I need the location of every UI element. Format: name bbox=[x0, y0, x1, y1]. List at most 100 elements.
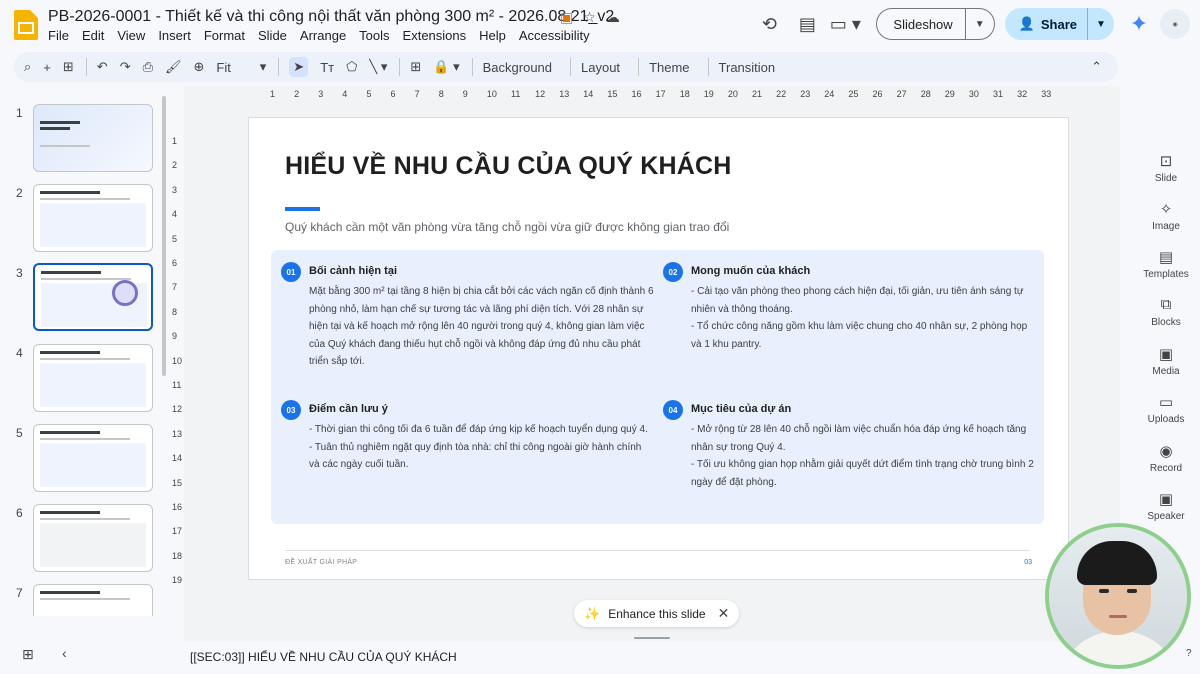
ruler-tick: 7 bbox=[414, 89, 420, 99]
slide-number: 5 bbox=[16, 426, 23, 440]
ruler-tick: 6 bbox=[172, 258, 178, 268]
section-body: - Thời gian thi công tối đa 6 tuần để đá… bbox=[309, 424, 648, 470]
vertical-ruler[interactable]: 1 2 3 4 5 6 7 8 9 10 11 12 13 14 15 16 17 18 19 bbox=[170, 118, 182, 588]
content-box[interactable]: 01 Bối cảnh hiện tại Mặt bằng 300 m² tại… bbox=[271, 250, 1044, 524]
version-history-icon[interactable]: ⟲ bbox=[752, 7, 786, 41]
enhance-slide-chip[interactable]: ✨ Enhance this slide ✕ bbox=[574, 600, 740, 627]
slide-thumbnail-1[interactable] bbox=[33, 104, 153, 172]
menu-view[interactable]: View bbox=[117, 28, 145, 43]
side-templates-button[interactable]: ▤ Templates bbox=[1135, 248, 1197, 280]
account-avatar[interactable]: ◉ bbox=[1160, 9, 1190, 39]
zoom-icon[interactable]: ⊕ bbox=[194, 59, 205, 75]
filmstrip-scrollbar[interactable] bbox=[162, 96, 166, 376]
ruler-tick: 19 bbox=[703, 89, 714, 99]
menu-format[interactable]: Format bbox=[204, 28, 245, 43]
slides-badge-icon[interactable]: ▣ bbox=[560, 9, 573, 26]
select-pointer-icon[interactable]: ➤ bbox=[289, 57, 309, 77]
menu-insert[interactable]: Insert bbox=[158, 28, 191, 43]
meet-icon[interactable]: ▭ ▾ bbox=[828, 7, 862, 41]
ruler-tick: 13 bbox=[559, 89, 570, 99]
side-speaker-button[interactable]: ▣ Speaker bbox=[1135, 490, 1197, 522]
menu-file[interactable]: File bbox=[48, 28, 69, 43]
chevron-down-icon[interactable]: ▼ bbox=[966, 19, 994, 30]
slide-canvas[interactable]: HIỂU VỀ NHU CẦU CỦA QUÝ KHÁCH Quý khách … bbox=[249, 118, 1068, 579]
enhance-label[interactable]: Enhance this slide bbox=[608, 607, 705, 621]
chevron-down-icon[interactable]: ▼ bbox=[1088, 19, 1114, 30]
section-body: - Cải tạo văn phòng theo phong cách hiện… bbox=[691, 286, 1028, 350]
side-uploads-button[interactable]: ▭ Uploads bbox=[1135, 393, 1197, 425]
zoom-select[interactable]: Fit ▾ bbox=[216, 59, 266, 75]
text-box-icon[interactable]: Tт bbox=[320, 60, 334, 75]
notes-drag-handle[interactable] bbox=[634, 637, 670, 639]
search-menus-icon[interactable]: ⌕ bbox=[24, 59, 31, 75]
speaker-notes[interactable]: [[SEC:03]] HIỂU VỀ NHU CẦU CỦA QUÝ KHÁCH bbox=[184, 650, 1044, 672]
fill-color-icon[interactable]: 🔒 ▾ bbox=[433, 59, 459, 75]
help-icon[interactable]: ? bbox=[1186, 648, 1192, 659]
slide-subtitle[interactable]: Quý khách cần một văn phòng vừa tăng chỗ… bbox=[285, 220, 729, 234]
ruler-tick: 15 bbox=[607, 89, 618, 99]
line-icon[interactable]: ╲ ▾ bbox=[369, 59, 387, 75]
menu-help[interactable]: Help bbox=[479, 28, 506, 43]
ruler-tick: 20 bbox=[727, 89, 738, 99]
slides-logo-icon[interactable] bbox=[14, 10, 38, 40]
speaker-icon: ▣ bbox=[1158, 491, 1174, 508]
close-icon[interactable]: ✕ bbox=[718, 605, 730, 622]
ruler-tick: 18 bbox=[679, 89, 690, 99]
share-button[interactable]: 👤 Share ▼ bbox=[1004, 8, 1114, 40]
slideshow-button[interactable]: Slideshow ▼ bbox=[876, 8, 995, 40]
transition-button[interactable]: Transition bbox=[719, 60, 776, 75]
chevron-left-icon[interactable]: ‹ bbox=[62, 645, 67, 661]
add-slide-icon[interactable]: ⊞ bbox=[63, 59, 74, 75]
side-record-button[interactable]: ◉ Record bbox=[1135, 442, 1197, 474]
slide-thumbnail-6[interactable] bbox=[33, 504, 153, 572]
side-image-button[interactable]: ✧ Image bbox=[1135, 200, 1197, 232]
horizontal-ruler[interactable]: 1 2 3 4 5 6 7 8 9 10 11 12 13 14 15 16 17 18 19 20 21 22 23 24 2… bbox=[250, 88, 1070, 102]
slide-thumbnail-5[interactable] bbox=[33, 424, 153, 492]
slide-page-number[interactable]: 03 bbox=[1024, 559, 1032, 566]
slide-number: 4 bbox=[16, 346, 23, 360]
print-icon[interactable]: ⎙ bbox=[143, 59, 153, 75]
share-label[interactable]: 👤 Share bbox=[1005, 8, 1088, 40]
slide-title[interactable]: HIỂU VỀ NHU CẦU CỦA QUÝ KHÁCH bbox=[285, 152, 732, 181]
theme-button[interactable]: Theme bbox=[649, 60, 689, 75]
paint-format-icon[interactable]: 🖌 bbox=[165, 59, 182, 75]
menu-arrange[interactable]: Arrange bbox=[300, 28, 346, 43]
side-slide-button[interactable]: ⊡ Slide bbox=[1135, 152, 1197, 184]
slide-footer[interactable]: ĐỀ XUẤT GIẢI PHÁP bbox=[285, 559, 357, 566]
menu-edit[interactable]: Edit bbox=[82, 28, 104, 43]
ruler-tick: 23 bbox=[800, 89, 811, 99]
menu-extensions[interactable]: Extensions bbox=[403, 28, 467, 43]
comments-icon[interactable]: ▤ bbox=[790, 7, 824, 41]
ruler-tick: 32 bbox=[1017, 89, 1028, 99]
redo-icon[interactable]: ↷ bbox=[120, 59, 131, 75]
divider bbox=[278, 58, 280, 76]
slide-thumbnail-2[interactable] bbox=[33, 184, 153, 252]
header-actions: ⟲ ▤ ▭ ▾ Slideshow ▼ 👤 Share ▼ ✦ ◉ bbox=[748, 7, 1190, 41]
layout-button[interactable]: Layout bbox=[581, 60, 620, 75]
ruler-tick: 11 bbox=[511, 89, 521, 99]
slideshow-label[interactable]: Slideshow bbox=[877, 9, 966, 39]
cloud-status-icon[interactable]: ☁ bbox=[606, 9, 620, 26]
slide-thumbnail-4[interactable] bbox=[33, 344, 153, 412]
menu-slide[interactable]: Slide bbox=[258, 28, 287, 43]
side-media-button[interactable]: ▣ Media bbox=[1135, 345, 1197, 377]
ruler-tick: 16 bbox=[172, 502, 183, 512]
comment-add-icon[interactable]: ⊞ bbox=[410, 59, 421, 75]
slide-thumbnail-7[interactable] bbox=[33, 584, 153, 616]
new-slide-icon[interactable]: + bbox=[43, 60, 51, 75]
ruler-tick: 8 bbox=[438, 89, 444, 99]
document-title[interactable]: PB-2026-0001 - Thiết kế và thi công nội … bbox=[48, 8, 614, 26]
gemini-icon[interactable]: ✦ bbox=[1124, 9, 1154, 39]
shape-icon[interactable]: ⬠ bbox=[346, 59, 357, 75]
side-blocks-button[interactable]: ⧉ Blocks bbox=[1135, 296, 1197, 328]
undo-icon[interactable]: ↶ bbox=[97, 59, 108, 75]
collapse-toolbar-icon[interactable]: ⌃ bbox=[1091, 59, 1102, 75]
ruler-tick: 13 bbox=[172, 428, 183, 439]
menu-tools[interactable]: Tools bbox=[359, 28, 389, 43]
grid-view-icon[interactable]: ⊞ bbox=[22, 646, 34, 663]
ruler-tick: 5 bbox=[172, 233, 178, 244]
slide-filmstrip[interactable]: 1 2 3 4 5 6 7 bbox=[0, 96, 170, 616]
star-icon[interactable]: ☆ bbox=[583, 9, 596, 26]
background-button[interactable]: Background bbox=[483, 60, 552, 75]
menu-accessibility[interactable]: Accessibility bbox=[519, 28, 590, 43]
